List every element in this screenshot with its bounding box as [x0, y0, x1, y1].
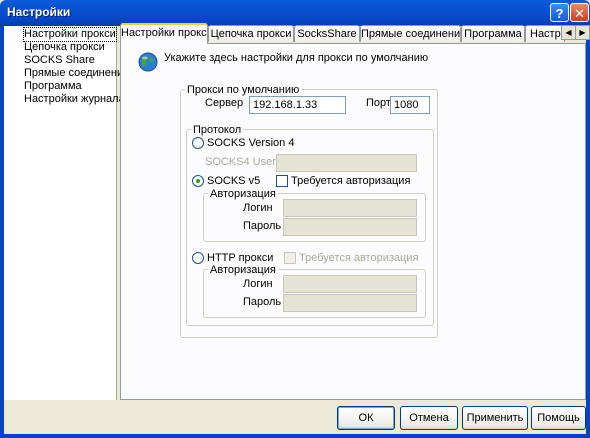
- nav-item-socks-share[interactable]: SOCKS Share: [24, 54, 95, 67]
- tab-scroll-right-icon[interactable]: ▶: [575, 25, 590, 40]
- http-auth-checkbox[interactable]: [284, 252, 296, 264]
- nav-item-log-settings[interactable]: Настройки журнала: [24, 93, 125, 106]
- server-input[interactable]: [249, 96, 346, 114]
- socks5-password-label: Пароль: [243, 220, 282, 232]
- globe-icon: [138, 52, 158, 72]
- cancel-button[interactable]: Отмена: [400, 406, 458, 430]
- http-login-label: Логин: [243, 278, 273, 290]
- default-proxy-legend: Прокси по умолчанию: [185, 84, 302, 96]
- port-label: Порт: [366, 97, 391, 109]
- socks5-label: SOCKS v5: [207, 175, 261, 187]
- window-border-right: [586, 26, 590, 438]
- tab-proxy-settings[interactable]: Настройки прокси: [120, 23, 208, 44]
- server-label: Сервер: [205, 97, 244, 109]
- socks4-label: SOCKS Version 4: [207, 137, 295, 149]
- http-password-label: Пароль: [243, 296, 282, 308]
- tab-program[interactable]: Программа: [461, 25, 525, 42]
- close-icon[interactable]: ✕: [570, 3, 589, 22]
- nav-item-proxy-settings[interactable]: Настройки прокси: [23, 27, 117, 42]
- help-title-button[interactable]: ?: [550, 3, 569, 22]
- nav-item-proxy-chain[interactable]: Цепочка прокси: [24, 41, 105, 54]
- protocol-legend: Протокол: [191, 124, 244, 136]
- settings-nav-tree: Настройки прокси Цепочка прокси SOCKS Sh…: [4, 26, 129, 400]
- socks5-login-label: Логин: [243, 202, 273, 214]
- socks5-password-input[interactable]: [283, 218, 417, 236]
- socks4-userid-input[interactable]: [276, 154, 417, 172]
- socks5-auth-checkbox[interactable]: [276, 175, 288, 187]
- socks5-auth-legend: Авторизация: [208, 188, 278, 200]
- nav-item-program[interactable]: Программа: [24, 80, 82, 93]
- nav-item-direct-connections[interactable]: Прямые соединения: [24, 67, 129, 80]
- window-border-bottom: [0, 434, 590, 438]
- ok-button[interactable]: ОК: [337, 406, 395, 430]
- window-title: Настройки: [7, 5, 71, 19]
- tab-proxy-chain[interactable]: Цепочка прокси: [208, 25, 294, 42]
- socks5-radio[interactable]: [192, 175, 204, 187]
- http-auth-check-label: Требуется авторизация: [299, 252, 419, 264]
- help-button[interactable]: Помощь: [531, 406, 586, 430]
- tab-strip: Настройки прокси Цепочка прокси SocksSha…: [120, 22, 590, 44]
- tab-scroll-left-icon[interactable]: ◀: [561, 25, 576, 40]
- socks5-auth-check-label: Требуется авторизация: [291, 175, 411, 187]
- socks4-radio[interactable]: [192, 137, 204, 149]
- http-password-input[interactable]: [283, 294, 417, 312]
- radio-selected-dot: [196, 179, 200, 183]
- port-input[interactable]: [390, 96, 430, 114]
- tab-log-settings[interactable]: Настро: [525, 25, 565, 42]
- tab-direct-connections[interactable]: Прямые соединения: [360, 25, 461, 42]
- http-auth-legend: Авторизация: [208, 264, 278, 276]
- tab-socks-share[interactable]: SocksShare: [294, 25, 360, 42]
- hint-text: Укажите здесь настройки для прокси по ум…: [164, 52, 429, 64]
- http-radio[interactable]: [192, 252, 204, 264]
- socks5-login-input[interactable]: [283, 199, 417, 217]
- http-login-input[interactable]: [283, 275, 417, 293]
- apply-button[interactable]: Применить: [462, 406, 528, 430]
